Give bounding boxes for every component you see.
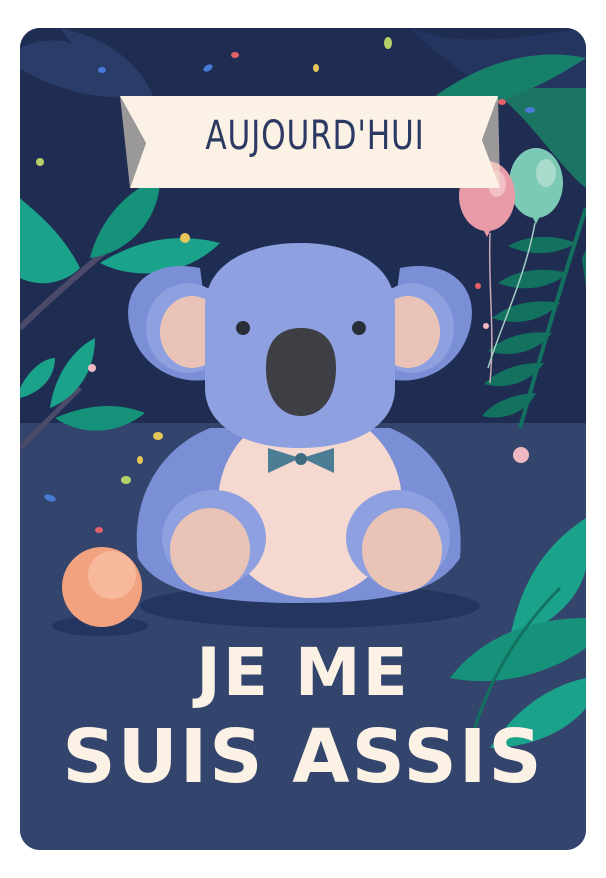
banner-title: AUJOURD'HUI	[205, 113, 425, 159]
headline-line-1: JE ME	[196, 634, 410, 711]
headline-line-2: SUIS ASSIS	[62, 714, 544, 800]
illustration-card: AUJOURD'HUI JE ME SUIS ASSIS	[20, 28, 586, 850]
